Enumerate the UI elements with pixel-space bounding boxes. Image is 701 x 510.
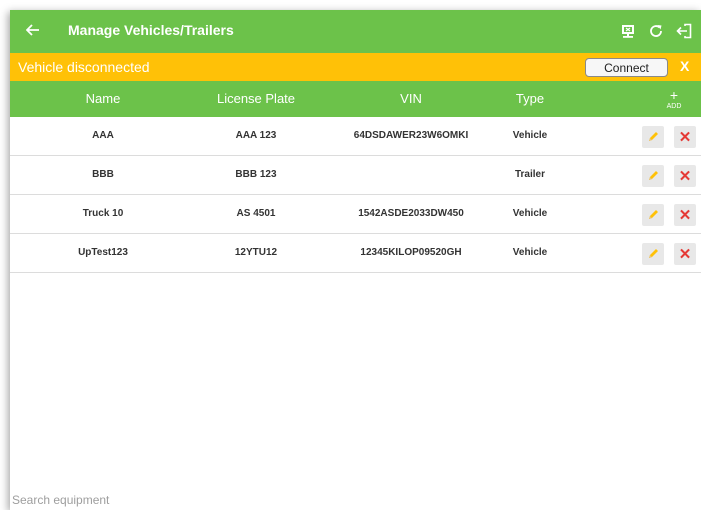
edit-button[interactable] — [642, 165, 664, 187]
delete-button[interactable]: ✕ — [674, 243, 696, 265]
edit-button[interactable] — [642, 243, 664, 265]
column-header-type: Type — [515, 91, 545, 106]
pencil-icon — [649, 171, 658, 180]
add-equipment-button[interactable]: + ADD — [662, 88, 686, 110]
refresh-icon — [650, 25, 662, 37]
cell-type: Vehicle — [512, 247, 548, 258]
table-row[interactable]: BBB BBB 123 Trailer ✕ — [10, 156, 701, 195]
delete-button[interactable]: ✕ — [674, 204, 696, 226]
close-icon: ✕ — [678, 128, 692, 146]
monitor-button[interactable] — [616, 19, 640, 43]
arrow-back-icon — [26, 24, 39, 36]
table-row[interactable]: Truck 10 AS 4501 1542ASDE2033DW450 Vehic… — [10, 195, 701, 234]
cell-vin: 12345KILOP09520GH — [360, 247, 462, 258]
close-icon: ✕ — [678, 206, 692, 224]
connection-status-text: Vehicle disconnected — [18, 59, 150, 75]
cell-license-plate: AS 4501 — [236, 208, 276, 219]
column-header-license-plate: License Plate — [216, 91, 296, 106]
delete-button[interactable]: ✕ — [674, 126, 696, 148]
back-button[interactable] — [22, 19, 44, 41]
cell-license-plate: 12YTU12 — [234, 247, 278, 258]
table-header: Name License Plate VIN Type + ADD — [10, 81, 701, 117]
edit-button[interactable] — [642, 126, 664, 148]
cell-name: AAA — [92, 130, 114, 141]
refresh-button[interactable] — [644, 19, 668, 43]
plus-icon: + — [669, 87, 679, 103]
monitor-icon — [622, 25, 634, 38]
dismiss-banner-button[interactable]: X — [680, 58, 689, 74]
edit-button[interactable] — [642, 204, 664, 226]
close-icon: ✕ — [678, 167, 692, 185]
cell-name: Truck 10 — [82, 208, 124, 219]
logout-button[interactable] — [672, 19, 696, 43]
cell-name: UpTest123 — [78, 247, 128, 258]
add-label: ADD — [666, 103, 682, 110]
cell-type: Vehicle — [512, 130, 548, 141]
cell-name: BBB — [92, 169, 114, 180]
delete-button[interactable]: ✕ — [674, 165, 696, 187]
search-input[interactable]: Search equipment — [12, 493, 109, 507]
cell-vin: 64DSDAWER23W6OMKI — [353, 130, 469, 141]
pencil-icon — [649, 132, 658, 141]
pencil-icon — [649, 210, 658, 219]
pencil-icon — [649, 249, 658, 258]
connect-button[interactable]: Connect — [585, 58, 668, 77]
app-toolbar: Manage Vehicles/Trailers — [10, 10, 701, 53]
page-title: Manage Vehicles/Trailers — [68, 22, 234, 38]
column-header-name: Name — [85, 91, 121, 106]
column-header-vin: VIN — [400, 91, 422, 106]
table-row[interactable]: UpTest123 12YTU12 12345KILOP09520GH Vehi… — [10, 234, 701, 273]
cell-type: Trailer — [514, 169, 546, 180]
table-row[interactable]: AAA AAA 123 64DSDAWER23W6OMKI Vehicle ✕ — [10, 117, 701, 156]
cell-type: Vehicle — [512, 208, 548, 219]
connection-banner: Vehicle disconnected Connect X — [10, 53, 701, 81]
cell-vin: 1542ASDE2033DW450 — [358, 208, 464, 219]
app-window: Manage Vehicles/Trailers Vehicle disconn… — [10, 10, 701, 510]
close-icon: ✕ — [678, 245, 692, 263]
cell-license-plate: AAA 123 — [235, 130, 277, 141]
logout-icon — [676, 23, 692, 39]
cell-license-plate: BBB 123 — [235, 169, 277, 180]
